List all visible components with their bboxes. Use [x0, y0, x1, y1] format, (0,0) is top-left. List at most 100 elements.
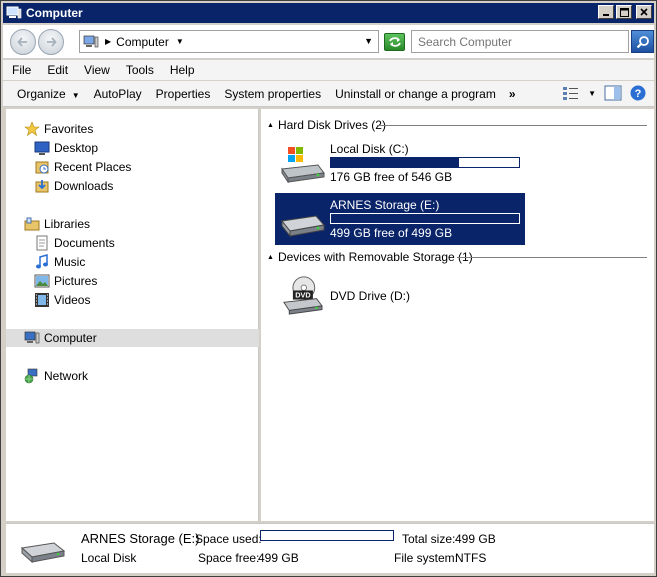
menu-help[interactable]: Help: [162, 63, 203, 77]
arrow-right-icon: [47, 37, 57, 47]
svg-text:?: ?: [635, 88, 642, 100]
computer-icon: [24, 331, 40, 344]
maximize-button[interactable]: [616, 5, 632, 19]
close-button[interactable]: [636, 5, 652, 19]
group-title: Hard Disk Drives (2): [277, 118, 386, 132]
nav-item-computer[interactable]: Computer: [6, 329, 259, 347]
nav-label: Videos: [54, 293, 91, 307]
nav-label: Pictures: [54, 274, 98, 288]
computer-icon: [83, 35, 99, 47]
drive-local-disk-c[interactable]: Local Disk (C:) 176 GB free of 546 GB: [275, 137, 525, 189]
organize-button[interactable]: Organize ▼: [17, 87, 80, 101]
explorer-window: Computer ▶ Computer ▼ ▼ Search Computer …: [0, 0, 657, 577]
drive-usage-bar: [330, 213, 520, 224]
details-pane: ARNES Storage (E:) Local Disk Space used…: [6, 523, 654, 573]
arrow-left-icon: [17, 37, 27, 47]
command-bar: Organize ▼ AutoPlay Properties System pro…: [3, 81, 654, 107]
menu-file[interactable]: File: [3, 63, 39, 77]
nav-label: Desktop: [54, 141, 99, 155]
nav-label: Downloads: [54, 179, 114, 193]
preview-pane-icon[interactable]: [604, 85, 622, 101]
space-free-label: Space free:: [198, 551, 260, 565]
windows-drive-icon: [281, 147, 325, 183]
nav-item-documents[interactable]: Documents: [34, 234, 115, 252]
drive-usage-bar: [330, 157, 520, 168]
nav-item-libraries[interactable]: Libraries: [24, 215, 90, 233]
desktop-icon: [34, 141, 50, 155]
refresh-icon: [388, 37, 401, 47]
collapse-triangle-icon[interactable]: ▲: [267, 254, 274, 261]
menu-tools[interactable]: Tools: [118, 63, 162, 77]
computer-icon: [6, 6, 22, 19]
properties-button[interactable]: Properties: [156, 87, 211, 101]
menu-edit[interactable]: Edit: [39, 63, 76, 77]
menu-bar: File Edit View Tools Help: [3, 60, 654, 80]
network-icon: [24, 368, 38, 384]
address-row: ▶ Computer ▼ ▼: [3, 25, 654, 59]
search-icon: [636, 35, 649, 48]
downloads-icon: [35, 180, 49, 193]
nav-item-music[interactable]: Music: [34, 253, 85, 271]
group-header-removable-storage[interactable]: ▲ Devices with Removable Storage (1): [267, 249, 473, 265]
dvd-label: DVD: [295, 291, 310, 300]
pictures-icon: [34, 274, 50, 288]
drive-name: ARNES Storage (E:): [330, 198, 440, 212]
group-header-hard-disk-drives[interactable]: ▲ Hard Disk Drives (2): [267, 117, 386, 133]
breadcrumb-separator-icon[interactable]: ▶: [105, 37, 111, 46]
nav-item-network[interactable]: Network: [24, 367, 88, 385]
hard-drive-icon: [20, 542, 66, 564]
window-title: Computer: [26, 6, 83, 20]
autoplay-button[interactable]: AutoPlay: [94, 87, 142, 101]
drive-free-space: 499 GB free of 499 GB: [330, 226, 453, 240]
total-size-value: 499 GB: [455, 532, 496, 546]
nav-item-favorites[interactable]: Favorites: [24, 120, 93, 138]
back-button[interactable]: [10, 29, 36, 55]
nav-label: Network: [44, 369, 89, 383]
minimize-icon: [603, 14, 609, 16]
breadcrumb-arrow-icon[interactable]: ▼: [176, 37, 184, 46]
nav-label: Documents: [54, 236, 115, 250]
file-system-label: File system:: [394, 551, 459, 565]
group-divider: [377, 125, 647, 126]
star-icon: [24, 121, 40, 137]
documents-icon: [36, 235, 48, 251]
drive-usage-fill: [331, 158, 459, 167]
nav-item-downloads[interactable]: Downloads: [34, 177, 113, 195]
space-used-label: Space used:: [195, 532, 262, 546]
address-dropdown-icon[interactable]: ▼: [364, 36, 373, 46]
uninstall-program-button[interactable]: Uninstall or change a program: [335, 87, 496, 101]
space-free-value: 499 GB: [258, 551, 299, 565]
nav-label: Music: [54, 255, 86, 269]
refresh-button[interactable]: [384, 33, 405, 51]
file-system-value: NTFS: [455, 551, 487, 565]
view-options-icon[interactable]: [562, 85, 580, 101]
minimize-button[interactable]: [598, 5, 614, 19]
address-bar[interactable]: ▶ Computer ▼ ▼: [79, 30, 379, 53]
breadcrumb-computer[interactable]: Computer: [116, 35, 169, 49]
nav-label: Computer: [44, 331, 97, 345]
drive-name: DVD Drive (D:): [330, 289, 410, 303]
music-icon: [36, 254, 48, 269]
drive-arnes-storage-e[interactable]: ARNES Storage (E:) 499 GB free of 499 GB: [275, 193, 525, 245]
title-bar[interactable]: Computer: [3, 3, 654, 23]
drive-dvd-d[interactable]: DVD DVD Drive (D:): [275, 269, 525, 321]
nav-item-videos[interactable]: Videos: [34, 291, 90, 309]
help-icon[interactable]: ?: [630, 85, 646, 101]
hard-drive-icon: [281, 215, 325, 238]
nav-item-pictures[interactable]: Pictures: [34, 272, 97, 290]
search-button[interactable]: [631, 30, 654, 53]
view-dropdown-icon[interactable]: ▼: [588, 89, 596, 98]
content-pane: ▲ Hard Disk Drives (2) Local Disk (C:) 1…: [261, 109, 654, 521]
system-properties-button[interactable]: System properties: [224, 87, 321, 101]
menu-view[interactable]: View: [76, 63, 118, 77]
collapse-triangle-icon[interactable]: ▲: [267, 122, 274, 129]
nav-item-recent-places[interactable]: Recent Places: [34, 158, 131, 176]
maximize-icon: [619, 7, 629, 17]
nav-item-desktop[interactable]: Desktop: [34, 139, 98, 157]
videos-icon: [35, 293, 49, 307]
toolbar-overflow-button[interactable]: »: [509, 87, 516, 101]
search-input[interactable]: [411, 30, 629, 53]
drive-name: Local Disk (C:): [330, 142, 409, 156]
forward-button[interactable]: [38, 29, 64, 55]
space-used-bar: [260, 530, 394, 541]
